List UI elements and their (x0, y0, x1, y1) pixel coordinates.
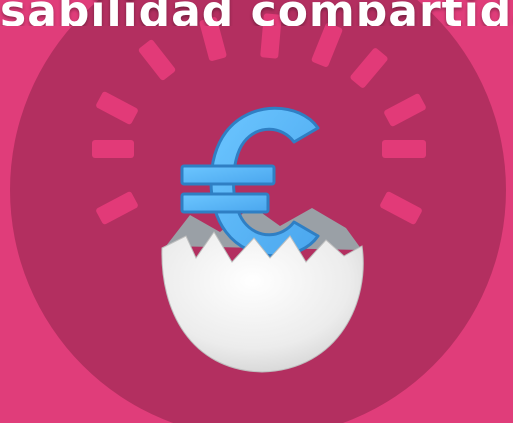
headline: sabilidad compartida (0, 0, 513, 26)
illustration (10, 0, 506, 423)
